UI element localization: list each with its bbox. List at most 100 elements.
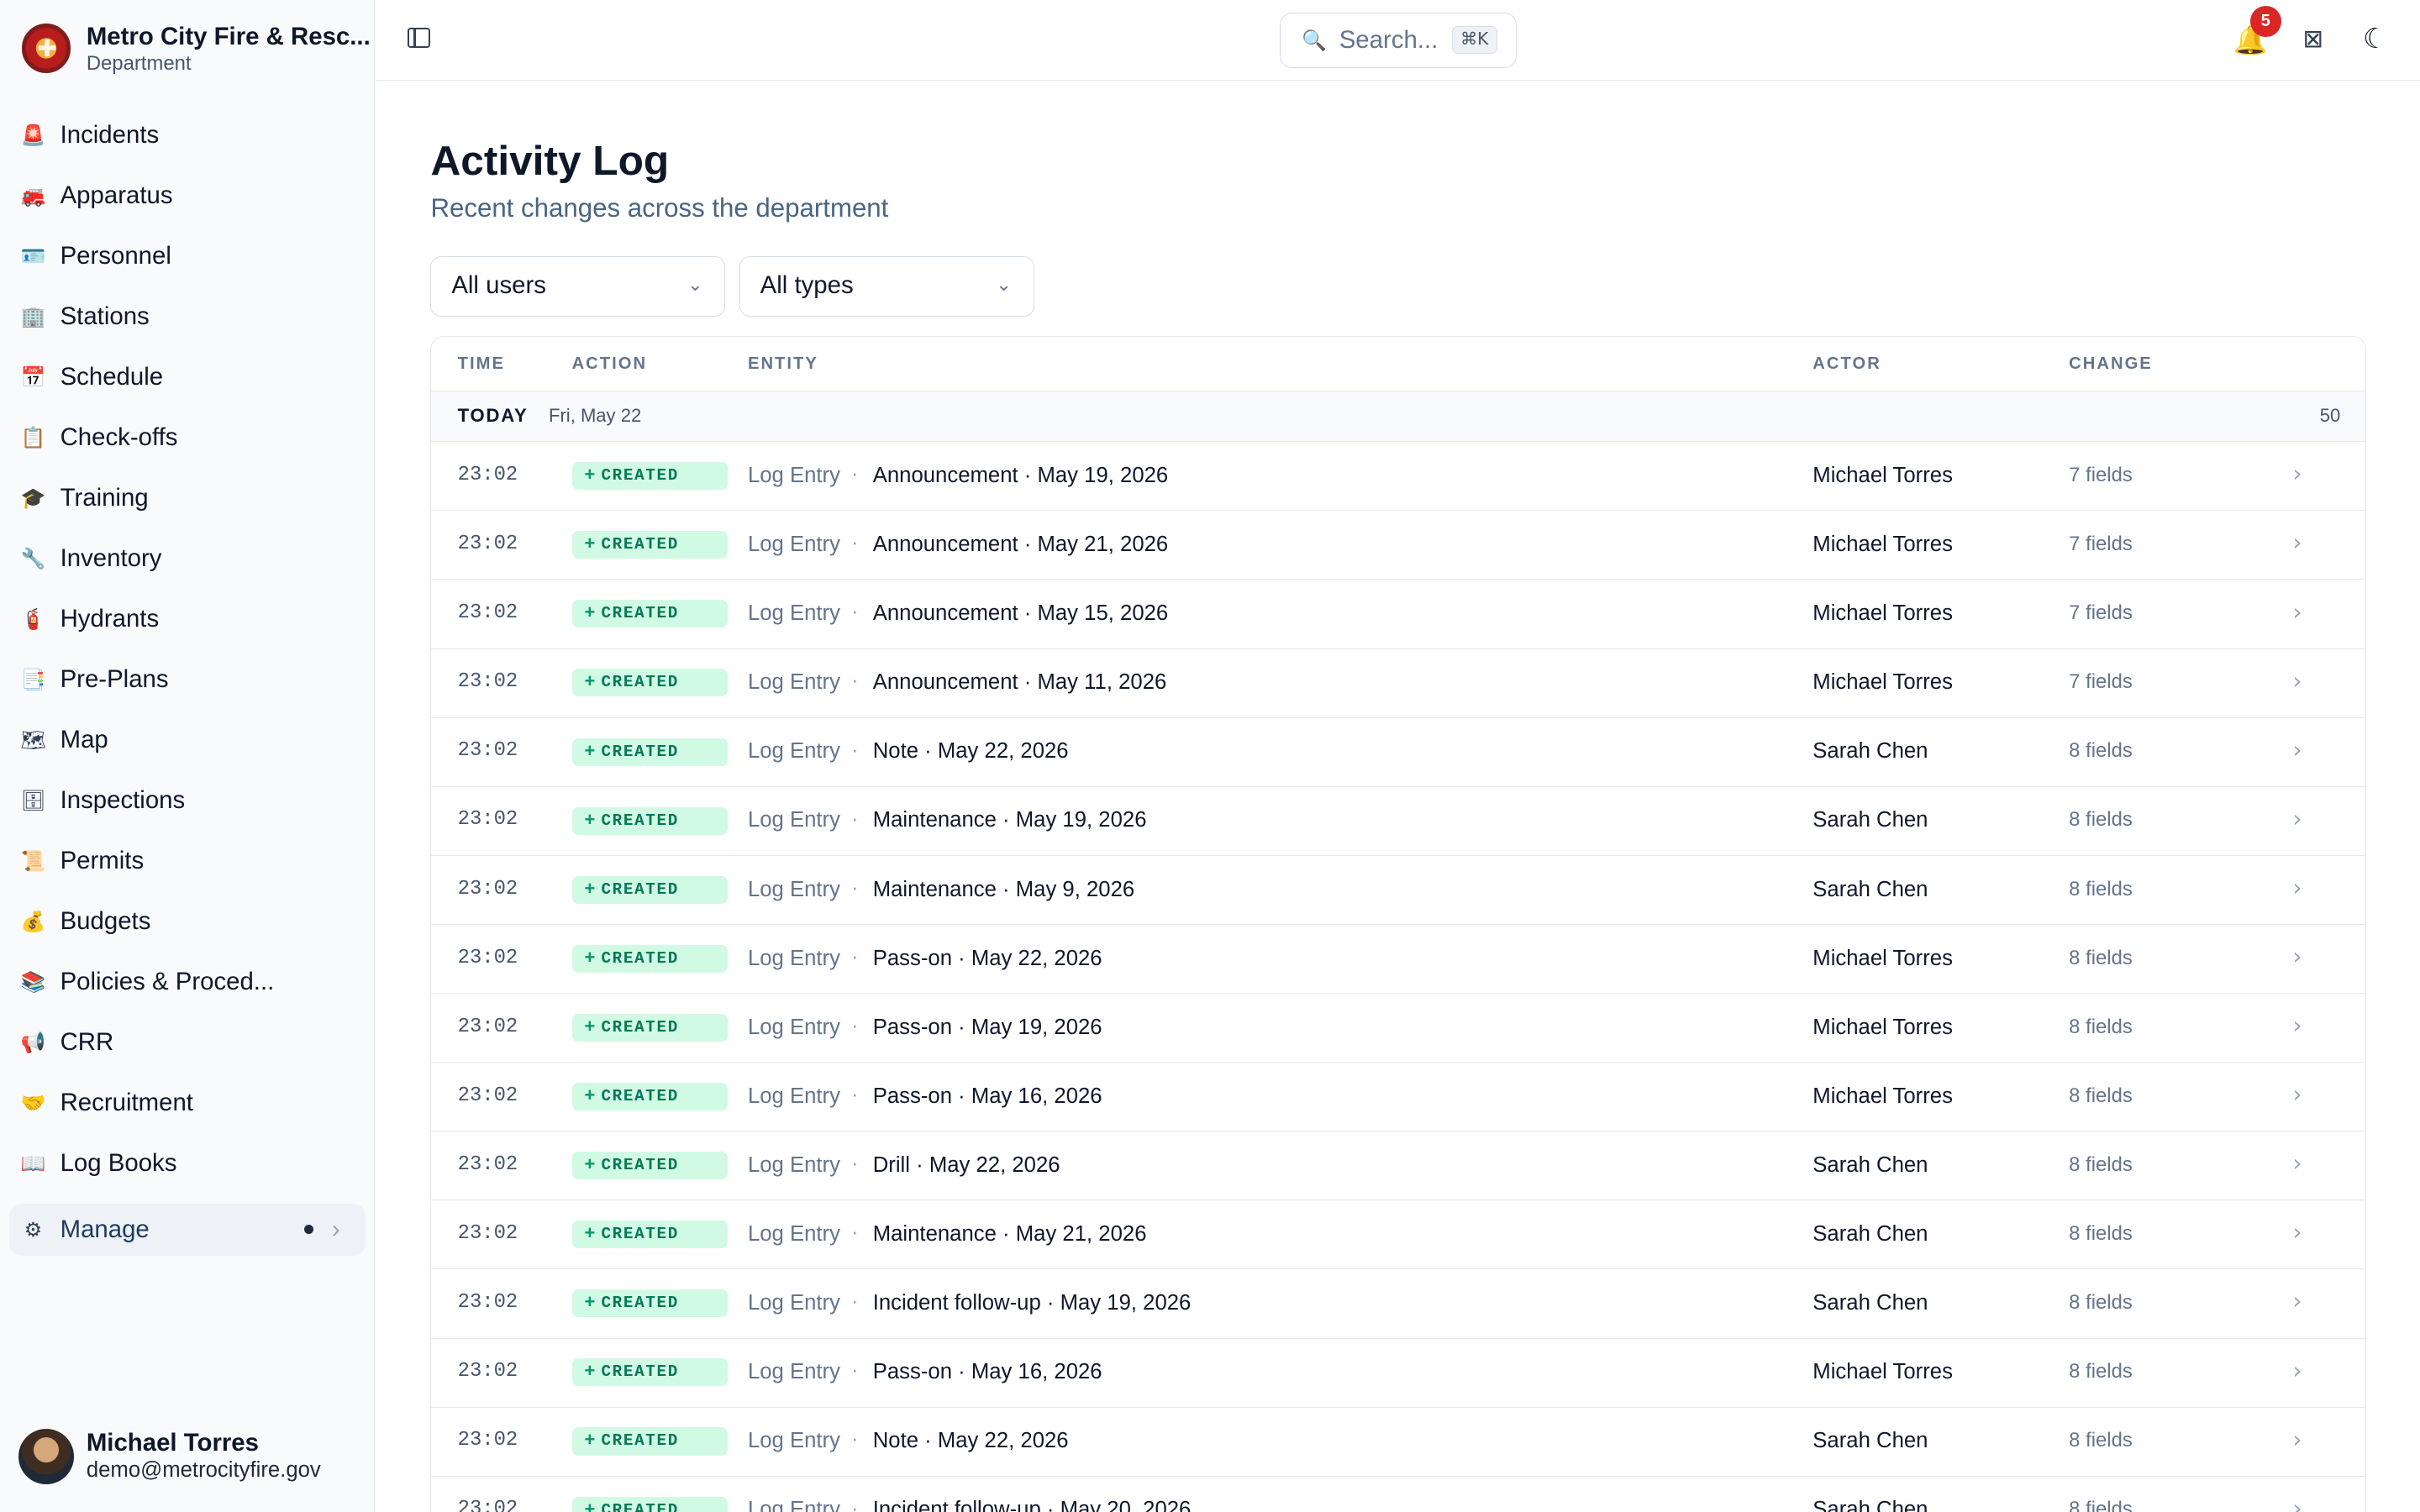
user-filter-select[interactable]: All users ⌄ [430,255,726,317]
row-time: 23:02 [457,946,518,969]
entity-title: Announcement · May 11, 2026 [872,670,1167,695]
chevron-right-icon[interactable]: › [2292,460,2302,487]
sidebar-item-map[interactable]: 🗺 Map [9,710,366,770]
sidebar-item-manage[interactable]: ⚙ Manage › [9,1203,366,1257]
sidebar-toggle-icon[interactable] [407,28,431,48]
user-email: demo@metrocityfire.gov [86,1457,321,1482]
change-count: 7 fields [2069,670,2133,694]
moon-icon[interactable]: ☾ [2363,22,2388,55]
chevron-right-icon[interactable]: › [2292,874,2302,901]
search-button[interactable]: 🔍 Search... ⌘K [1279,12,1518,68]
sidebar-item-schedule[interactable]: 📅 Schedule [9,347,366,407]
sidebar-item-incidents[interactable]: 🚨 Incidents [9,105,366,165]
chevron-right-icon[interactable]: › [2292,737,2302,764]
table-row[interactable]: 23:02 CREATED Log Entry Announcement · May … [431,442,2365,512]
table-row[interactable]: 23:02 CREATED Log Entry Maintenance · May 9… [431,856,2365,925]
avatar [18,1428,75,1484]
brand[interactable]: Metro City Fire & Resc... Department [21,22,371,76]
actor-name: Michael Torres [1812,1015,1953,1039]
chevron-down-icon: ⌄ [687,274,703,296]
sidebar-item-stations[interactable]: 🏢 Stations [9,286,366,347]
separator-dot: · [851,1358,859,1383]
chevron-right-icon[interactable]: › [2292,1495,2302,1512]
entity-title: Maintenance · May 9, 2026 [872,877,1135,901]
close-icon[interactable]: ⊠ [2302,24,2323,53]
sidebar-item-hydrants[interactable]: 🧯 Hydrants [9,589,366,649]
chevron-right-icon[interactable]: › [2292,1288,2302,1315]
sidebar-item-policies-proced[interactable]: 📚 Policies & Proced... [9,952,366,1012]
table-row[interactable]: 23:02 CREATED Log Entry Incident follow-up … [431,1269,2365,1339]
sidebar-item-inspections[interactable]: 🗄 Inspections [9,770,366,831]
chevron-right-icon[interactable]: › [2292,1426,2302,1453]
column-header-actor[interactable]: ACTOR [1812,354,1881,374]
action-badge: CREATED [571,1358,729,1386]
chevron-right-icon[interactable]: › [2292,529,2302,556]
user-name: Michael Torres [86,1428,259,1457]
sidebar-item-crr[interactable]: 📢 CRR [9,1012,366,1073]
table-row[interactable]: 23:02 CREATED Log Entry Incident follow-up … [431,1477,2365,1512]
sidebar-item-inventory[interactable]: 🔧 Inventory [9,528,366,589]
manage-indicator-dot [303,1225,313,1235]
group-header-today: TODAY Fri, May 22 50 [431,391,2365,443]
sidebar-item-log-books[interactable]: 📖 Log Books [9,1133,366,1194]
sidebar-item-personnel[interactable]: 🪪 Personnel [9,226,366,286]
sidebar-item-label: Inventory [60,543,162,572]
chevron-right-icon[interactable]: › [2292,943,2302,970]
entity-type: Log Entry [747,1498,840,1512]
table-row[interactable]: 23:02 CREATED Log Entry Maintenance · May 1… [431,787,2365,856]
chevron-right-icon[interactable]: › [2292,1012,2302,1039]
table-row[interactable]: 23:02 CREATED Log Entry Announcement · May … [431,511,2365,580]
table-row[interactable]: 23:02 CREATED Log Entry Note · May 22, 2026… [431,718,2365,787]
chevron-right-icon[interactable]: › [2292,1357,2302,1384]
separator-dot: · [851,1427,859,1452]
table-row[interactable]: 23:02 CREATED Log Entry Pass-on · May 19, 2… [431,994,2365,1063]
user-profile[interactable]: Michael Torres demo@metrocityfire.gov [18,1428,321,1484]
action-badge: CREATED [571,875,729,904]
column-header-action[interactable]: ACTION [572,354,648,374]
action-badge: CREATED [571,1152,729,1179]
chevron-right-icon[interactable]: › [2292,1219,2302,1246]
table-row[interactable]: 23:02 CREATED Log Entry Pass-on · May 16, 2… [431,1339,2365,1408]
entity-title: Note · May 22, 2026 [872,1429,1069,1453]
action-badge: CREATED [571,806,729,835]
table-row[interactable]: 23:02 CREATED Log Entry Announcement · May … [431,649,2365,718]
chevron-right-icon[interactable]: › [2292,1081,2302,1108]
chevron-right-icon[interactable]: › [2292,599,2302,626]
entity-title: Pass-on · May 16, 2026 [872,1084,1102,1108]
table-row[interactable]: 23:02 CREATED Log Entry Pass-on · May 22, 2… [431,925,2365,995]
sidebar-item-check-offs[interactable]: 📋 Check-offs [9,407,366,468]
entity-type: Log Entry [747,946,840,970]
sidebar-item-apparatus[interactable]: 🚒 Apparatus [9,165,366,226]
type-filter-select[interactable]: All types ⌄ [739,255,1034,317]
chevron-right-icon[interactable]: › [2292,1150,2302,1177]
table-row[interactable]: 23:02 CREATED Log Entry Note · May 22, 2026… [431,1408,2365,1477]
separator-dot: · [851,1013,859,1037]
sidebar-item-icon: 🗺 [20,727,46,752]
entity-title: Maintenance · May 19, 2026 [872,808,1147,832]
table-row[interactable]: 23:02 CREATED Log Entry Pass-on · May 16, 2… [431,1063,2365,1132]
sidebar-item-budgets[interactable]: 💰 Budgets [9,891,366,952]
sidebar-item-label: Stations [60,302,150,330]
search-shortcut-hint: ⌘K [1451,26,1497,55]
sidebar-item-pre-plans[interactable]: 📑 Pre-Plans [9,649,366,710]
column-header-entity[interactable]: ENTITY [748,354,818,374]
column-header-time[interactable]: TIME [458,354,505,374]
sidebar-item-icon: 🔧 [20,546,46,570]
sidebar-item-icon: 📚 [20,969,46,994]
sidebar-item-label: Policies & Proced... [60,967,275,995]
sidebar-item-training[interactable]: 🎓 Training [9,468,366,528]
sidebar-item-permits[interactable]: 📜 Permits [9,831,366,891]
table-row[interactable]: 23:02 CREATED Log Entry Drill · May 22, 202… [431,1131,2365,1201]
entity-type: Log Entry [747,1152,840,1177]
table-row[interactable]: 23:02 CREATED Log Entry Maintenance · May 2… [431,1200,2365,1270]
actor-name: Michael Torres [1812,533,1953,557]
table-row[interactable]: 23:02 CREATED Log Entry Announcement · May … [431,580,2365,649]
sidebar-item-recruitment[interactable]: 🤝 Recruitment [9,1073,366,1133]
sidebar-item-icon: 🗄 [20,788,46,812]
sidebar-item-icon: 💰 [20,909,46,933]
chevron-right-icon[interactable]: › [2292,668,2302,695]
chevron-right-icon[interactable]: › [2292,806,2302,832]
actor-name: Michael Torres [1812,670,1953,695]
column-header-change[interactable]: CHANGE [2069,354,2153,374]
separator-dot: · [851,600,859,624]
